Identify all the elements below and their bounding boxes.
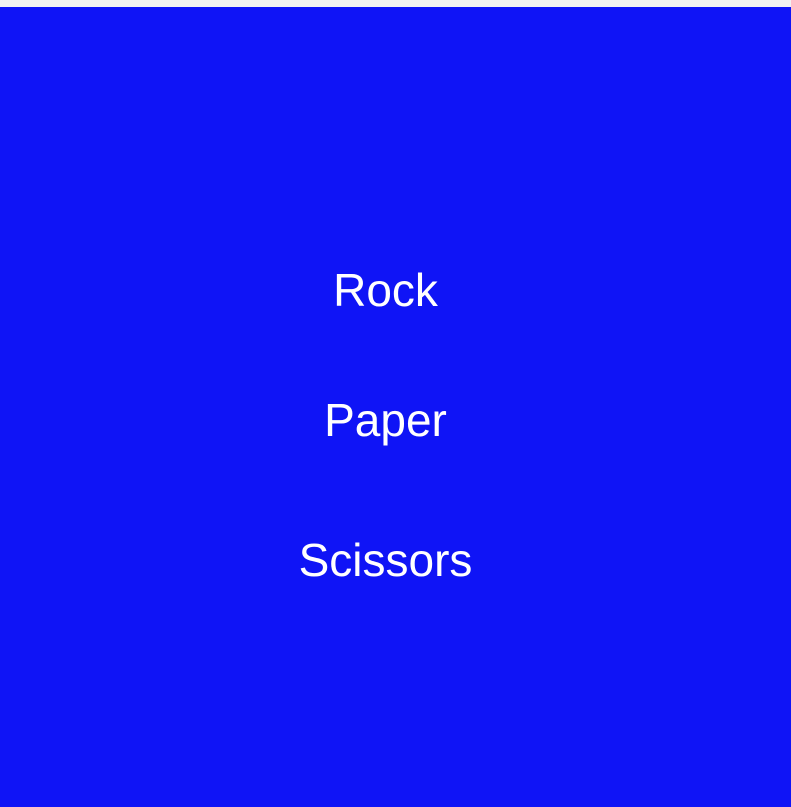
paper-button[interactable]: Paper bbox=[0, 392, 771, 448]
game-panel: Rock Paper Scissors bbox=[0, 7, 791, 807]
top-border bbox=[0, 0, 791, 7]
scissors-button[interactable]: Scissors bbox=[0, 532, 771, 588]
rock-button[interactable]: Rock bbox=[0, 262, 771, 318]
